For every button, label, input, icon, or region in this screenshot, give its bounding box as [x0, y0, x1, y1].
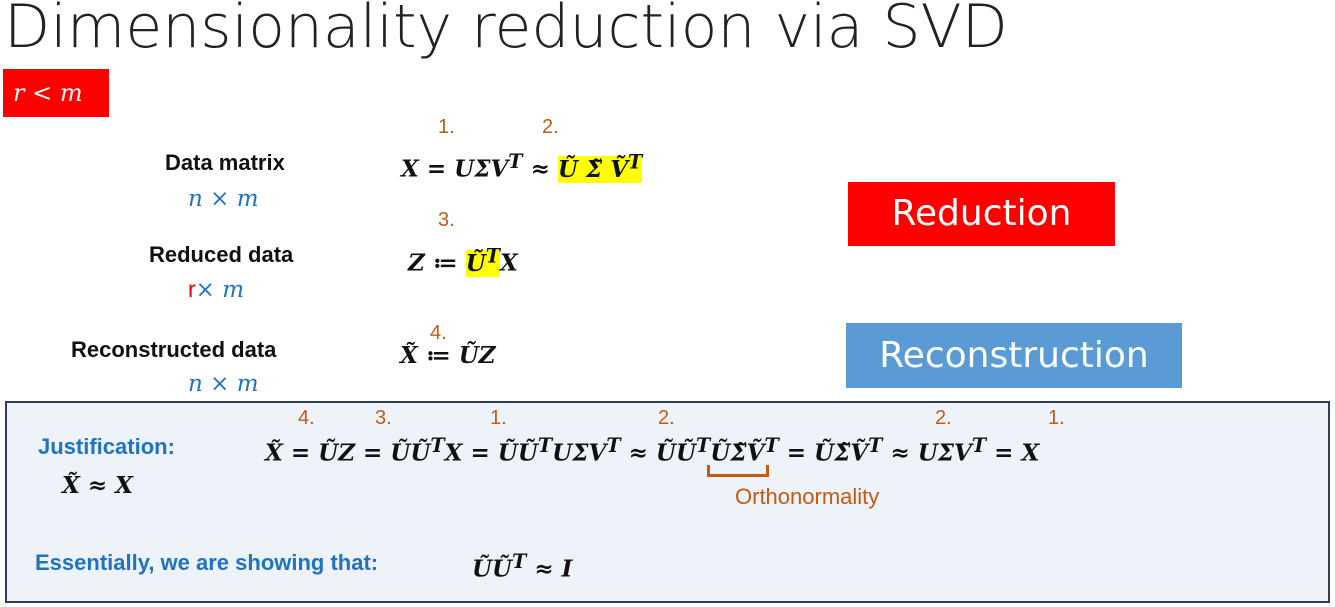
orthonormality-brace — [707, 465, 769, 477]
projection-highlight: ŨT — [465, 244, 501, 277]
truncated-svd-highlight: Ũ Σ̃ ṼT — [557, 150, 643, 183]
justification-equation: X̃ = ŨZ = ŨŨTX = ŨŨTUΣVT ≈ ŨŨTŨΣ̃ṼT = ŨΣ… — [265, 434, 1040, 467]
reduction-button[interactable]: Reduction — [848, 182, 1115, 246]
essentially-label: Essentially, we are showing that: — [35, 550, 379, 575]
step-1-label: 1. — [438, 116, 455, 138]
data-matrix-label: Data matrix — [165, 150, 285, 175]
identity-equation: ŨŨT ≈ I — [472, 550, 573, 583]
reconstruction-button[interactable]: Reconstruction — [846, 323, 1182, 388]
reduction-equation: Z ≔ ŨTX — [408, 244, 518, 277]
just-step-3: 3. — [375, 407, 392, 429]
reconstruction-equation: X̃ ≔ ŨZ — [400, 342, 496, 369]
just-step-4: 4. — [298, 407, 315, 429]
just-step-1b: 1. — [1048, 407, 1065, 429]
reduced-data-dim: r× m — [188, 276, 245, 303]
data-matrix-dim: n × m — [188, 186, 259, 212]
just-step-2a: 2. — [658, 407, 675, 429]
just-step-2b: 2. — [935, 407, 952, 429]
slide-title: Dimensionality reduction via SVD — [4, 0, 1008, 62]
justification-claim: X̃ ≈ X — [62, 472, 133, 499]
just-step-1a: 1. — [490, 407, 507, 429]
orthonormality-label: Orthonormality — [735, 484, 880, 509]
step-2-label: 2. — [542, 116, 559, 138]
condition-badge: r < m — [3, 69, 109, 117]
reduced-data-label: Reduced data — [149, 242, 294, 267]
svd-equation: X = UΣVT ≈ Ũ Σ̃ ṼT — [401, 150, 643, 183]
reconstructed-data-dim: n × m — [188, 371, 259, 397]
justification-label: Justification: — [38, 434, 175, 459]
step-3-label: 3. — [438, 209, 455, 231]
reconstructed-data-label: Reconstructed data — [71, 337, 277, 362]
